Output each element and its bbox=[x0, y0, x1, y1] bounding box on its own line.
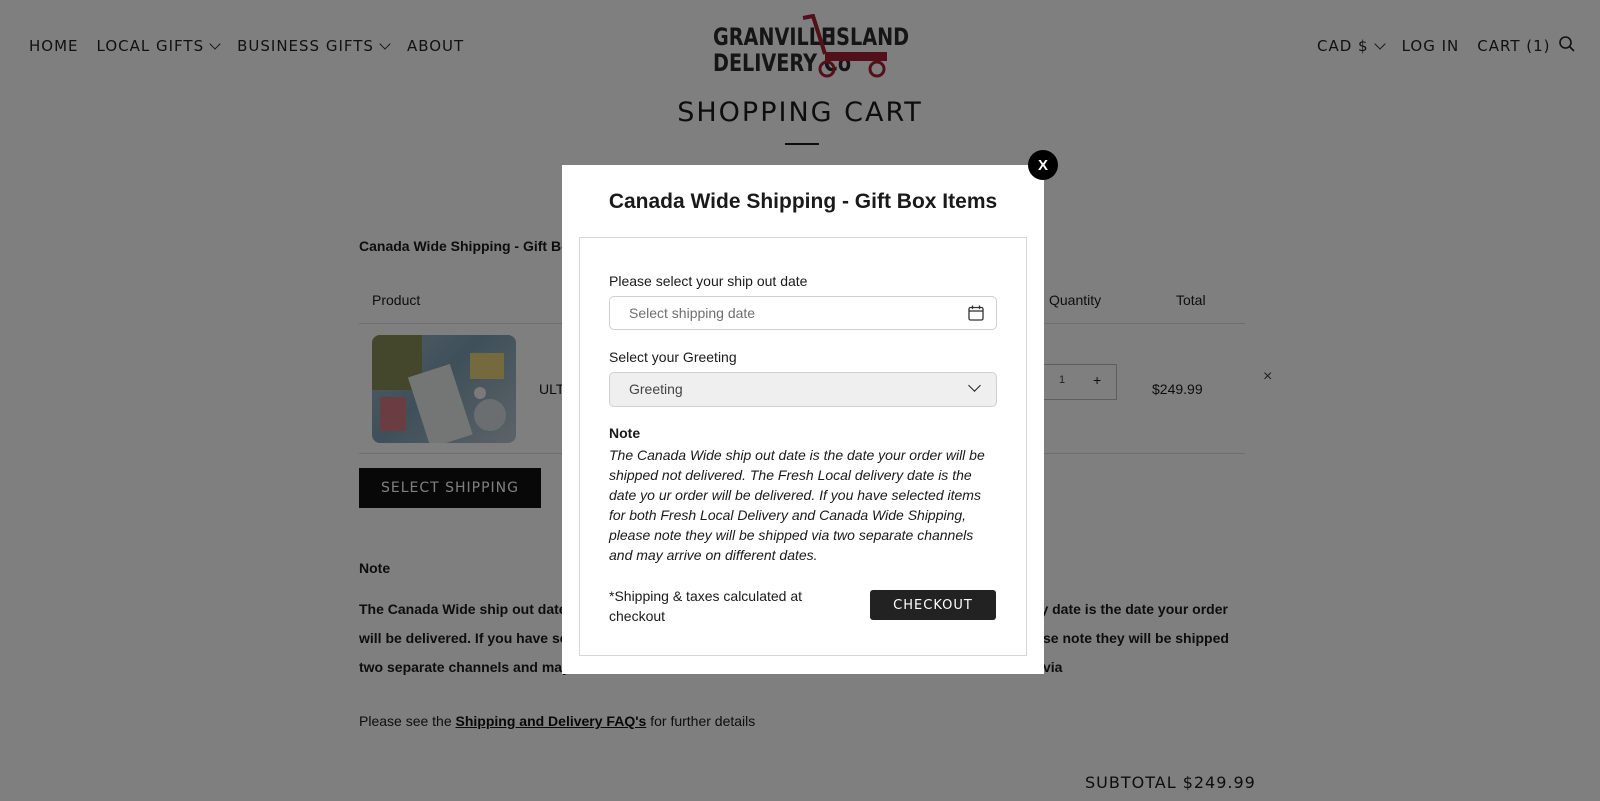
ship-date-placeholder: Select shipping date bbox=[629, 305, 756, 321]
modal-form: Please select your ship out date Select … bbox=[579, 237, 1027, 656]
modal-title: Canada Wide Shipping - Gift Box Items bbox=[608, 190, 998, 213]
shipping-modal: Canada Wide Shipping - Gift Box Items Pl… bbox=[562, 165, 1044, 674]
modal-note-text: The Canada Wide ship out date is the dat… bbox=[609, 447, 985, 563]
shipping-taxes-note: *Shipping & taxes calculated at checkout bbox=[609, 588, 803, 624]
ship-date-label: Please select your ship out date bbox=[609, 273, 808, 289]
modal-note-heading: Note bbox=[609, 425, 641, 441]
close-icon[interactable]: X bbox=[1028, 150, 1058, 180]
greeting-label: Select your Greeting bbox=[609, 349, 737, 365]
greeting-value: Greeting bbox=[629, 381, 683, 397]
chevron-down-icon bbox=[968, 379, 981, 392]
checkout-button[interactable]: CHECKOUT bbox=[870, 590, 996, 620]
greeting-select[interactable]: Greeting bbox=[609, 372, 997, 407]
calendar-icon[interactable] bbox=[968, 305, 984, 321]
ship-date-field[interactable]: Select shipping date bbox=[609, 296, 997, 330]
